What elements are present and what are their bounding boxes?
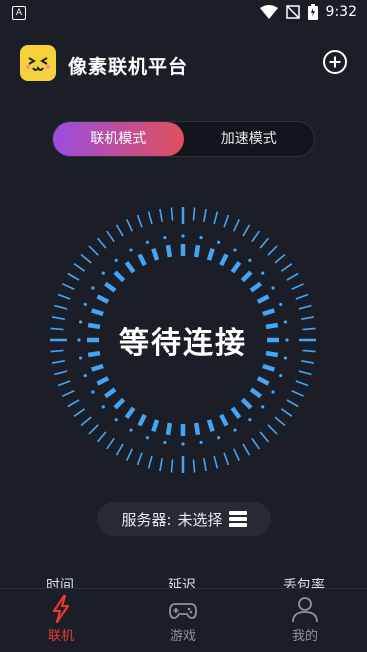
bottom-nav: 联机 游戏 我的	[0, 588, 367, 652]
user-icon	[292, 597, 318, 623]
add-button[interactable]	[323, 50, 347, 74]
tab-online-mode[interactable]: 联机模式	[53, 122, 184, 156]
dial-status-text: 等待连接	[119, 326, 247, 361]
nav-label-online: 联机	[47, 629, 74, 644]
server-label: 服务器:	[121, 510, 172, 529]
clock: 9:32	[325, 4, 357, 20]
notification-badge-text: A	[15, 8, 23, 18]
battery-icon	[307, 4, 318, 20]
stat-latency-label: 延迟	[168, 578, 196, 588]
nav-label-games: 游戏	[169, 629, 196, 644]
tab-accelerate-mode[interactable]: 加速模式	[184, 122, 315, 156]
server-selector[interactable]: 服务器: 未选择	[97, 502, 271, 536]
nav-item-online[interactable]: 联机	[21, 595, 101, 644]
app-title: 像素联机平台	[68, 56, 189, 78]
stats-row: 时间 延迟 丢包率	[0, 572, 367, 588]
mode-switch: 联机模式 加速模式	[52, 121, 315, 157]
stat-packet-loss-label: 丢包率	[283, 578, 325, 588]
nav-label-profile: 我的	[291, 629, 318, 644]
signal-off-icon	[285, 5, 300, 19]
app-header: 像素联机平台	[0, 44, 367, 84]
lightning-icon	[52, 595, 70, 623]
server-icon	[228, 511, 247, 527]
connection-dial[interactable]: 等待连接	[48, 205, 318, 475]
server-value: 未选择	[177, 510, 223, 529]
nav-item-games[interactable]: 游戏	[143, 595, 223, 644]
status-icons: 9:32	[259, 4, 357, 20]
app-logo	[20, 45, 56, 81]
notification-icon: A	[12, 6, 26, 20]
wifi-icon	[259, 5, 278, 19]
nav-item-profile[interactable]: 我的	[265, 595, 345, 644]
gamepad-icon	[169, 603, 197, 619]
status-bar: A 9:32	[0, 0, 367, 26]
stat-time-label: 时间	[46, 578, 74, 588]
